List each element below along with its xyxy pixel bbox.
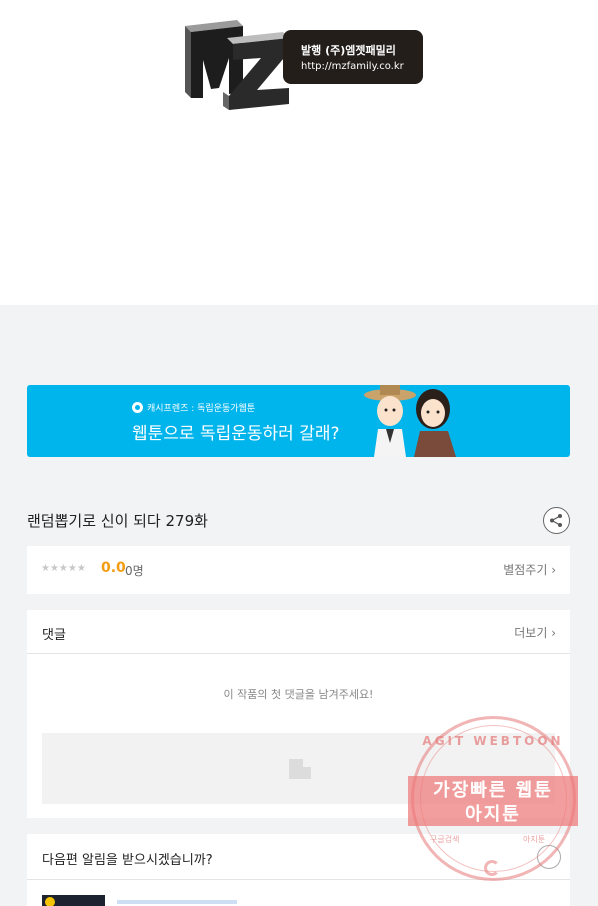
notify-close-button[interactable]: [537, 845, 561, 869]
banner-characters-illustration: [364, 385, 456, 457]
comment-header: 댓글 더보기 ›: [27, 610, 570, 654]
rate-button[interactable]: 별점주기 ›: [503, 561, 556, 578]
publisher-name: 발행 (주)엠젯패밀리: [301, 44, 396, 57]
notify-title: 다음편 알림을 받으시겠습니까?: [42, 853, 213, 868]
banner-sublabel: 캐시프렌즈 : 독립운동가웹툰: [132, 401, 255, 414]
notify-header: 다음편 알림을 받으시겠습니까?: [27, 834, 570, 880]
ad-banner[interactable]: 캐시프렌즈 : 독립운동가웹툰 웹툰으로 독립운동하러 갈래?: [27, 385, 570, 457]
rating-card: ★★★★★ 0.0 0명 별점주기 ›: [27, 546, 570, 594]
comment-title: 댓글: [42, 628, 66, 643]
publisher-url: http://mzfamily.co.kr: [301, 61, 404, 72]
cashfriends-logo-icon: [132, 402, 143, 413]
notify-series-link[interactable]: [117, 900, 237, 904]
rating-score: 0.0: [101, 560, 126, 576]
notify-thumbnail[interactable]: [42, 895, 105, 906]
comments-more-link[interactable]: 더보기 ›: [514, 624, 556, 641]
comment-section: 댓글 더보기 › 이 작품의 첫 댓글을 남겨주세요!: [27, 610, 570, 818]
comment-input-box[interactable]: [42, 733, 555, 804]
comments-empty-message: 이 작품의 첫 댓글을 남겨주세요!: [223, 688, 374, 701]
notify-badge-icon: [45, 897, 55, 906]
rating-count: 0명: [125, 564, 144, 578]
banner-small-text: 캐시프렌즈 : 독립운동가웹툰: [147, 404, 256, 414]
next-episode-notify-card: 다음편 알림을 받으시겠습니까?: [27, 834, 570, 906]
publisher-logo: 발행 (주)엠젯패밀리 http://mzfamily.co.kr: [183, 18, 425, 112]
publisher-area: 발행 (주)엠젯패밀리 http://mzfamily.co.kr: [0, 0, 598, 305]
episode-title: 랜덤뽑기로 신이 되다 279화: [27, 512, 208, 530]
banner-headline: 웹툰으로 독립운동하러 갈래?: [132, 424, 340, 444]
share-icon: [550, 514, 562, 527]
share-button[interactable]: [543, 507, 570, 534]
comment-placeholder-icon: [289, 759, 311, 779]
rating-stars-icon: ★★★★★: [41, 563, 86, 574]
